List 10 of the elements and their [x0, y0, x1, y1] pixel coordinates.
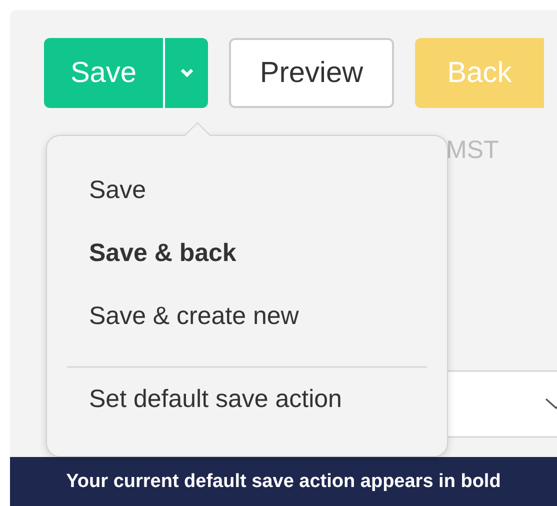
menu-item[interactable]: Set default save action	[89, 385, 342, 414]
menu-item[interactable]: Save	[89, 176, 146, 205]
preview-button[interactable]: Preview	[229, 38, 394, 108]
save-options-button[interactable]	[165, 38, 208, 108]
hint-text: Your current default save action appears in bold	[66, 470, 501, 492]
caret-icon	[180, 68, 194, 78]
field-label: MST	[446, 136, 499, 164]
menu-item[interactable]: Save & create new	[89, 302, 299, 331]
menu-item[interactable]: Save & back	[89, 239, 236, 268]
select-field[interactable]	[448, 370, 557, 438]
